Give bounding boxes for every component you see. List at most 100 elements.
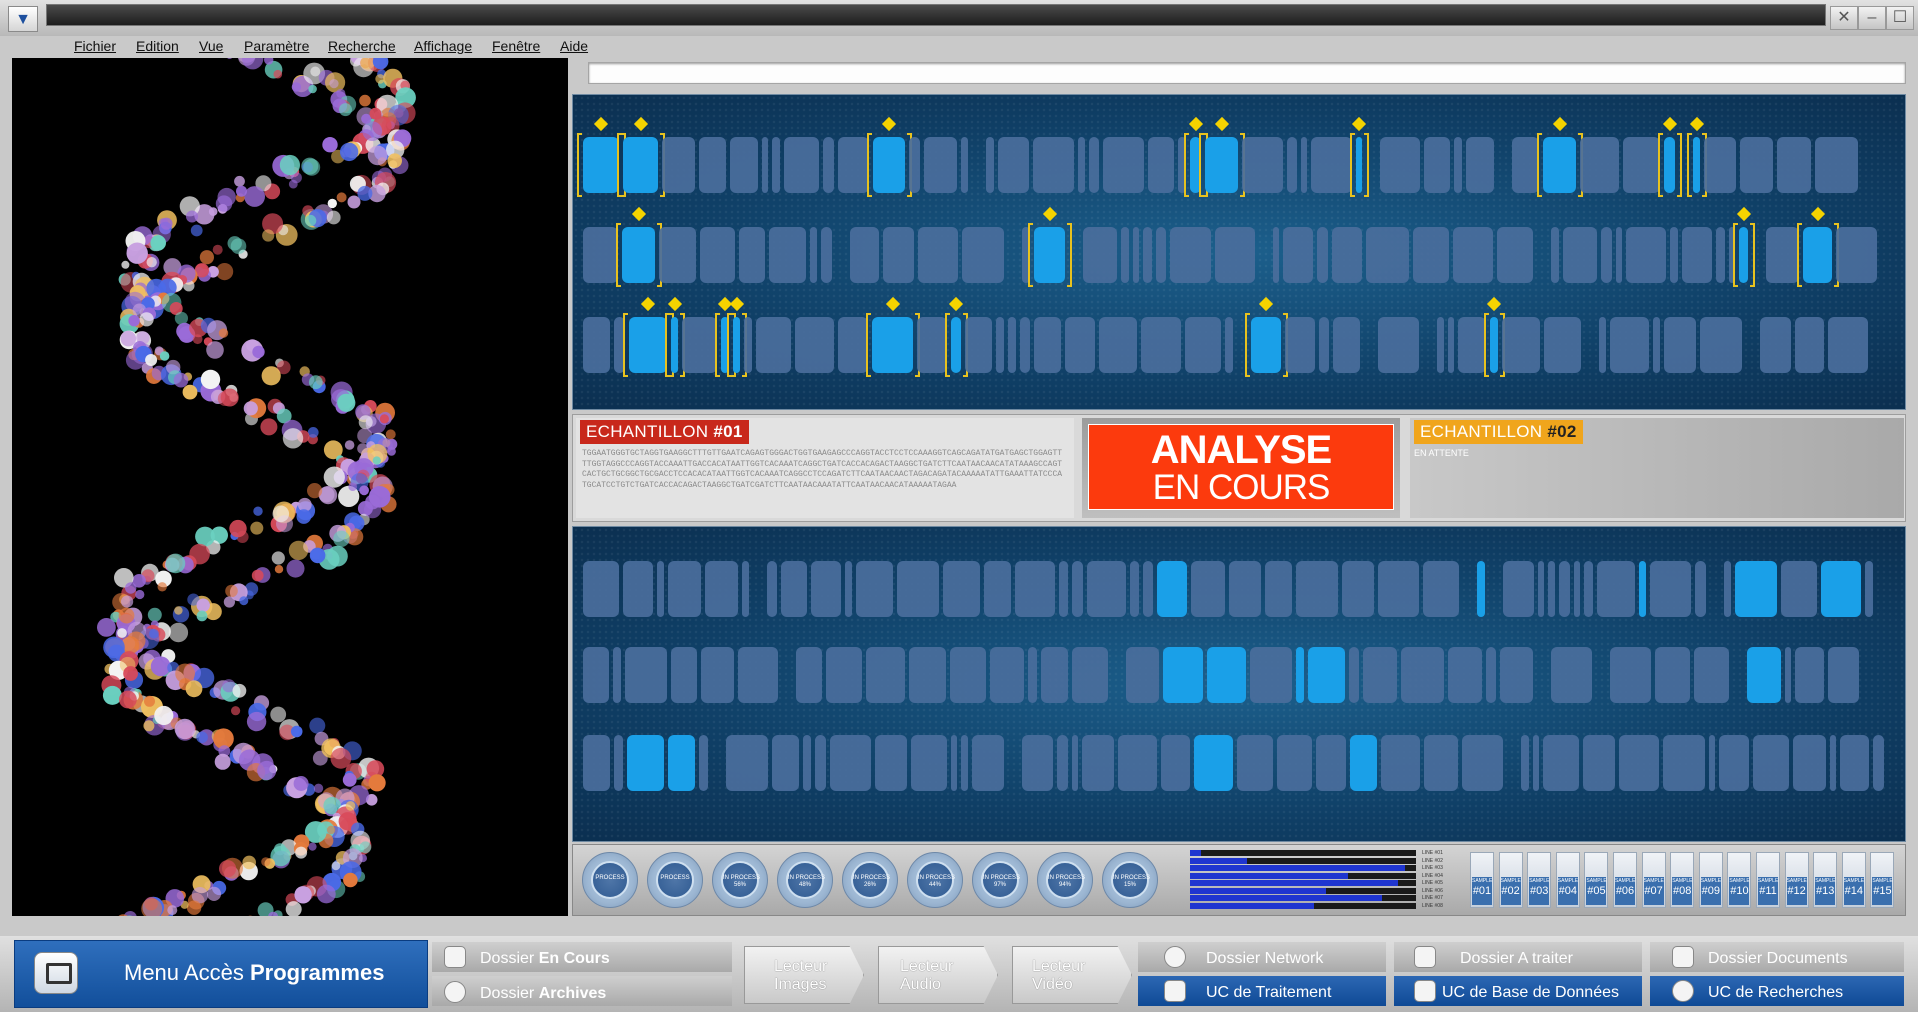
gene-block [1057,735,1068,791]
gene-block [924,137,957,193]
bracket-left [1733,223,1738,287]
menu-vue[interactable]: Vue [199,38,223,54]
gene-block [1815,137,1858,193]
gene-block [739,227,765,283]
gene-block [1034,227,1065,283]
dna-bead [326,825,336,835]
gene-block [1251,317,1281,373]
line-bar-fill [1190,887,1326,894]
sample-button-label: SAMPLE #12 [1786,877,1807,905]
gene-block [668,561,701,617]
sample-button[interactable]: SAMPLE #15 [1870,852,1895,908]
sample-button[interactable]: SAMPLE #13 [1813,852,1838,908]
gene-block [1739,227,1748,283]
gene-block [1803,227,1832,283]
gene-block [1653,317,1660,373]
sample-button-label: SAMPLE #07 [1643,877,1664,905]
dna-bead [242,855,256,870]
gene-block [838,317,868,373]
gene-block [961,137,968,193]
gene-block [744,317,752,373]
menu-parametre[interactable]: Paramètre [244,38,309,54]
lecteur-images-label: Lecteur Images [774,958,828,993]
bracket-left [1658,133,1663,197]
minimize-button[interactable]: – [1858,6,1886,30]
sample-button[interactable]: SAMPLE #08 [1670,852,1695,908]
gene-block [1332,227,1362,283]
menu-affichage[interactable]: Affichage [414,38,472,54]
sample-02-badge: ECHANTILLON #02 [1414,420,1583,444]
gene-block [866,647,905,703]
gene-block [1008,317,1016,373]
dna-bead [225,584,238,598]
dna-bead [147,607,162,622]
sample-button[interactable]: SAMPLE #02 [1498,852,1523,908]
sample-button[interactable]: SAMPLE #04 [1555,852,1580,908]
gene-block [1072,735,1078,791]
bracket-left [1028,223,1033,287]
gene-block [1437,317,1444,373]
gene-block [1020,317,1030,373]
gene-block [1207,647,1246,703]
gene-block [583,647,609,703]
dna-bead [243,401,258,416]
menu-aide[interactable]: Aide [560,38,588,54]
marker-icon [729,296,744,312]
sample-button[interactable]: SAMPLE #12 [1784,852,1809,908]
menu-recherche[interactable]: Recherche [328,38,396,54]
marker-icon [881,116,897,132]
sample-button[interactable]: SAMPLE #11 [1756,852,1780,908]
menu-fichier[interactable]: Fichier [74,38,116,54]
sample-button[interactable]: SAMPLE #03 [1527,852,1552,908]
gene-block [1205,137,1238,193]
gene-block [909,647,946,703]
sample-small-label: SAMPLE [1500,878,1521,884]
sample-button[interactable]: SAMPLE #05 [1584,852,1609,908]
sample-button[interactable]: SAMPLE #09 [1698,852,1723,908]
uc-recherches-label: UC de Recherches [1708,984,1844,1001]
dna-bead [291,82,302,92]
address-bar[interactable] [588,62,1906,84]
line-bar [1190,865,1416,871]
gene-block [583,735,610,791]
line-bar [1190,872,1416,879]
menu-fenetre[interactable]: Fenêtre [492,38,540,54]
menu-edition[interactable]: Edition [136,38,179,54]
gene-block [1143,227,1152,283]
gene-block [1033,137,1074,193]
sample-button[interactable]: SAMPLE #10 [1727,852,1752,908]
gene-block [1544,317,1581,373]
gene-block [1133,227,1139,283]
gene-block [1277,735,1312,791]
dna-bead [339,103,352,117]
sample-button[interactable]: SAMPLE #14 [1841,852,1866,908]
close-button[interactable]: ✕ [1830,6,1858,30]
gene-block [662,137,695,193]
maximize-button[interactable]: ☐ [1886,6,1914,30]
sample-button[interactable]: SAMPLE #07 [1641,852,1666,908]
line-label: LINE #04 [1422,872,1443,879]
gene-block [1229,561,1261,617]
gene-block [1215,227,1255,283]
dna-bead [357,185,373,201]
system-menu-button[interactable]: ▼ [8,6,38,32]
gene-block [701,647,734,703]
dna-bead [139,312,154,327]
folder-icon [444,946,466,968]
gene-block [1623,137,1660,193]
dna-bead [270,706,287,723]
dna-bead [336,192,347,203]
gene-block [1719,735,1749,791]
sample-button-label: SAMPLE #03 [1529,877,1549,905]
sample-button[interactable]: SAMPLE #01 [1470,852,1494,908]
gene-block [1610,317,1649,373]
dna-bead [195,526,215,547]
gene-block [909,137,920,193]
process-dial: IN PROCESS 56% [712,852,768,908]
sample-button[interactable]: SAMPLE #06 [1613,852,1637,908]
bracket-left [1484,313,1489,377]
dna-bead [253,506,263,516]
sample-small-label: SAMPLE [1615,878,1636,884]
sample-button-label: SAMPLE #13 [1815,877,1835,905]
gene-block [1089,137,1099,193]
